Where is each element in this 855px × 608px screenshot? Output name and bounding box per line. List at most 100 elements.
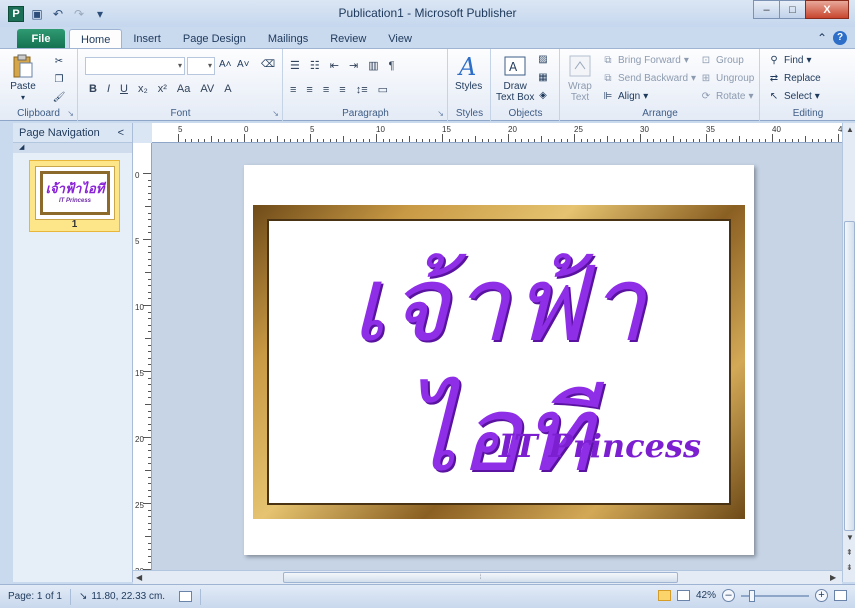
text-label: Text bbox=[570, 92, 590, 103]
close-button[interactable]: X bbox=[805, 0, 849, 19]
cut-icon[interactable]: ✂ bbox=[52, 55, 66, 68]
character-spacing-button[interactable]: AV bbox=[200, 83, 214, 95]
increase-indent-icon[interactable]: ⇥ bbox=[349, 59, 358, 72]
minimize-button[interactable]: – bbox=[753, 0, 780, 19]
align-center-icon[interactable]: ≡ bbox=[306, 84, 312, 96]
copy-icon[interactable]: ❐ bbox=[52, 73, 66, 86]
align-left-icon[interactable]: ≡ bbox=[290, 84, 296, 96]
vertical-ruler[interactable]: 051015202530 bbox=[133, 143, 152, 570]
font-name-combo[interactable]: ▾ bbox=[85, 57, 185, 75]
paste-button[interactable]: Paste ▾ bbox=[10, 53, 36, 103]
horizontal-scroll-thumb[interactable]: ⦙ bbox=[283, 572, 678, 583]
clipboard-dialog-launcher-icon[interactable]: ↘ bbox=[67, 109, 74, 118]
page-navigation-header: Page Navigation < bbox=[13, 123, 132, 143]
single-page-view-icon[interactable] bbox=[657, 590, 671, 601]
horizontal-scrollbar[interactable]: ◀ ⦙ ▶ bbox=[133, 570, 842, 584]
zoom-out-icon[interactable]: – bbox=[722, 589, 735, 602]
underline-button[interactable]: U bbox=[120, 83, 128, 95]
picture-icon[interactable]: ▨ bbox=[536, 53, 550, 66]
publication-page[interactable]: เจ้าฟ้าไอที IT Princess bbox=[244, 165, 754, 555]
clear-formatting-icon[interactable]: ⌫ bbox=[261, 59, 275, 70]
show-marks-button[interactable]: ¶ bbox=[389, 60, 395, 72]
undo-icon[interactable]: ↶ bbox=[50, 6, 66, 22]
tab-review[interactable]: Review bbox=[319, 29, 377, 49]
replace-button[interactable]: ⇄ Replace bbox=[767, 72, 821, 85]
zoom-in-icon[interactable]: + bbox=[815, 589, 828, 602]
zoom-slider-knob[interactable] bbox=[749, 589, 755, 602]
shapes-icon[interactable]: ◈ bbox=[536, 89, 550, 102]
bold-button[interactable]: B bbox=[89, 83, 97, 95]
ungroup-button[interactable]: ⊞ Ungroup bbox=[699, 72, 755, 85]
shading-icon[interactable]: ▭ bbox=[378, 83, 388, 96]
page-thumbnail[interactable]: เจ้าฟ้าไอที IT Princess 1 bbox=[29, 160, 120, 232]
tab-file[interactable]: File bbox=[17, 29, 65, 49]
scroll-left-icon[interactable]: ◀ bbox=[136, 573, 142, 582]
save-icon[interactable]: ▣ bbox=[29, 6, 45, 22]
collapse-pane-button[interactable]: < bbox=[118, 127, 124, 139]
shrink-font-button[interactable]: A˅ bbox=[237, 59, 250, 70]
columns-icon[interactable]: ▥ bbox=[368, 59, 378, 72]
zoom-level[interactable]: 42% bbox=[696, 590, 716, 601]
tab-mailings[interactable]: Mailings bbox=[257, 29, 319, 49]
align-right-icon[interactable]: ≡ bbox=[323, 84, 329, 96]
fit-page-icon[interactable] bbox=[834, 590, 847, 601]
draw-text-box-button[interactable]: A Draw Text Box bbox=[496, 53, 534, 103]
zoom-slider[interactable] bbox=[741, 589, 809, 602]
subtitle-text[interactable]: IT Princess bbox=[499, 427, 701, 465]
decrease-indent-icon[interactable]: ⇤ bbox=[330, 59, 339, 72]
find-button[interactable]: ⚲ Find ▾ bbox=[767, 54, 811, 67]
bullets-icon[interactable]: ☰ bbox=[290, 59, 300, 72]
vertical-scrollbar[interactable]: ▲ ▼ ⇞ ⇟ bbox=[842, 123, 855, 582]
customize-qat-icon[interactable]: ▾ bbox=[92, 6, 108, 22]
tab-view[interactable]: View bbox=[377, 29, 423, 49]
format-painter-icon[interactable]: 🖌 bbox=[52, 91, 66, 104]
subscript-button[interactable]: x₂ bbox=[138, 83, 148, 95]
scroll-up-icon[interactable]: ▲ bbox=[846, 125, 854, 134]
document-canvas[interactable]: เจ้าฟ้าไอที IT Princess bbox=[152, 143, 842, 570]
gold-picture-frame[interactable]: เจ้าฟ้าไอที IT Princess bbox=[253, 205, 745, 519]
scroll-right-icon[interactable]: ▶ bbox=[830, 573, 836, 582]
send-backward-button[interactable]: ⧉ Send Backward ▾ bbox=[601, 72, 696, 85]
maximize-button[interactable]: □ bbox=[779, 0, 806, 19]
redo-icon[interactable]: ↷ bbox=[71, 6, 87, 22]
tab-home[interactable]: Home bbox=[69, 29, 123, 49]
vertical-scroll-thumb[interactable] bbox=[844, 221, 855, 531]
previous-page-icon[interactable]: ⇞ bbox=[846, 548, 853, 557]
tab-page-design[interactable]: Page Design bbox=[172, 29, 257, 49]
next-page-icon[interactable]: ⇟ bbox=[846, 563, 853, 572]
bring-forward-icon: ⧉ bbox=[604, 55, 612, 66]
superscript-button[interactable]: x² bbox=[158, 83, 167, 95]
align-button[interactable]: ⊫ Align ▾ bbox=[601, 90, 649, 103]
horizontal-ruler[interactable]: 5051015202530354045 bbox=[152, 123, 842, 143]
font-color-button[interactable]: A bbox=[224, 83, 231, 95]
font-dialog-launcher-icon[interactable]: ↘ bbox=[272, 109, 279, 118]
thumbnail-frame: เจ้าฟ้าไอที IT Princess bbox=[40, 171, 110, 215]
page-indicator[interactable]: Page: 1 of 1 bbox=[0, 588, 71, 605]
help-icon[interactable]: ? bbox=[833, 31, 847, 45]
ruler-number: 25 bbox=[574, 125, 583, 134]
bring-forward-button[interactable]: ⧉ Bring Forward ▾ bbox=[601, 54, 688, 67]
tab-insert[interactable]: Insert bbox=[122, 29, 172, 49]
section-toggle-icon[interactable]: ◢ bbox=[13, 143, 132, 153]
table-icon[interactable]: ▦ bbox=[536, 71, 550, 84]
grow-font-button[interactable]: A˄ bbox=[219, 59, 232, 70]
paragraph-dialog-launcher-icon[interactable]: ↘ bbox=[437, 109, 444, 118]
italic-button[interactable]: I bbox=[107, 83, 110, 95]
page-indicator-text: Page: 1 of 1 bbox=[8, 591, 62, 602]
select-button[interactable]: ↖ Select ▾ bbox=[767, 90, 820, 103]
minimize-ribbon-icon[interactable]: ⌃ bbox=[817, 31, 827, 45]
justify-icon[interactable]: ≡ bbox=[339, 84, 345, 96]
numbering-icon[interactable]: ☷ bbox=[310, 59, 320, 72]
rotate-button[interactable]: ⟳ Rotate ▾ bbox=[699, 90, 754, 103]
line-spacing-icon[interactable]: ↕≡ bbox=[356, 84, 368, 96]
scroll-down-icon[interactable]: ▼ bbox=[846, 533, 854, 542]
publisher-app-icon[interactable]: P bbox=[8, 5, 24, 22]
group-button[interactable]: ⊡ Group bbox=[699, 54, 744, 67]
styles-button[interactable]: A Styles bbox=[455, 53, 482, 92]
two-page-view-icon[interactable] bbox=[676, 590, 690, 601]
change-case-button[interactable]: Aa bbox=[177, 83, 190, 95]
font-size-combo[interactable]: ▾ bbox=[187, 57, 215, 75]
paste-dropdown-icon[interactable]: ▾ bbox=[21, 92, 25, 103]
clipboard-group: Paste ▾ ✂ ❐ 🖌 Clipboard ↘ bbox=[0, 49, 78, 121]
wrap-text-button[interactable]: Wrap Text bbox=[567, 53, 593, 103]
